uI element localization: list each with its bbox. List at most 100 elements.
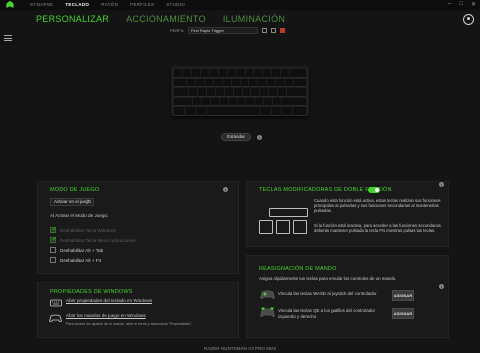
key[interactable] (174, 88, 188, 97)
key[interactable] (273, 97, 282, 106)
key[interactable] (258, 78, 267, 87)
key[interactable] (236, 69, 245, 78)
gamepad-icon (260, 290, 275, 299)
key[interactable] (200, 69, 209, 78)
key[interactable] (290, 69, 307, 78)
key[interactable] (263, 69, 272, 78)
key[interactable] (264, 97, 273, 106)
info-icon[interactable]: i (439, 284, 444, 289)
assign-qe-button[interactable]: ASIGNAR (392, 308, 414, 319)
checkbox[interactable] (50, 226, 57, 233)
key[interactable] (206, 107, 260, 116)
option-label: Deshabilitar Alt + Tab (60, 247, 104, 253)
key[interactable] (206, 88, 215, 97)
key[interactable] (222, 78, 231, 87)
maximize-button[interactable]: □ (459, 1, 463, 8)
key[interactable] (227, 69, 236, 78)
key[interactable] (278, 88, 287, 97)
key[interactable] (240, 78, 249, 87)
razer-logo-icon[interactable] (5, 1, 15, 9)
layout-mode-button[interactable]: Estándar (221, 133, 251, 141)
key[interactable] (218, 69, 227, 78)
key[interactable] (201, 97, 210, 106)
key[interactable] (293, 107, 307, 116)
tab-customize[interactable]: PERSONALIZAR (36, 14, 109, 24)
key[interactable] (204, 78, 213, 87)
close-button[interactable]: ✕ (471, 1, 476, 8)
key[interactable] (282, 107, 293, 116)
key[interactable] (184, 107, 195, 116)
key[interactable] (271, 107, 282, 116)
minimize-button[interactable]: – (448, 1, 451, 8)
key[interactable] (219, 97, 228, 106)
profile-delete-icon[interactable] (280, 27, 286, 33)
top-nav-keyboard[interactable]: TECLADO (65, 2, 89, 7)
key[interactable] (287, 88, 307, 97)
key[interactable] (255, 97, 264, 106)
key[interactable] (242, 88, 251, 97)
key[interactable] (254, 69, 263, 78)
key[interactable] (294, 78, 307, 87)
key[interactable] (260, 88, 269, 97)
key[interactable] (174, 78, 186, 87)
game-mode-dropdown[interactable]: Activar en el juego (50, 197, 94, 206)
key[interactable] (215, 88, 224, 97)
checkbox[interactable] (50, 236, 57, 243)
key[interactable] (267, 78, 276, 87)
profile-dropdown[interactable]: First Rapid Trigger (188, 26, 259, 34)
option-disable-alt-tab[interactable]: Deshabilitar Alt + Tab (50, 247, 103, 253)
top-nav-studio[interactable]: STUDIO (166, 2, 185, 7)
key[interactable] (209, 69, 218, 78)
profile-options-icon[interactable] (262, 27, 268, 33)
info-icon[interactable]: i (439, 182, 444, 187)
key[interactable] (281, 69, 290, 78)
profile-copy-icon[interactable] (271, 27, 277, 33)
key[interactable] (197, 88, 206, 97)
top-nav-synapse[interactable]: SYNAPSE (30, 2, 53, 7)
key[interactable] (282, 97, 307, 106)
key[interactable] (174, 107, 184, 116)
key[interactable] (188, 88, 197, 97)
key[interactable] (276, 78, 285, 87)
top-nav-profiles[interactable]: PERFILES (130, 2, 154, 7)
open-game-controllers-link[interactable]: Abrir los mandos de juego en Windows (66, 313, 146, 319)
dual-function-toggle[interactable] (368, 187, 380, 193)
key[interactable] (213, 78, 222, 87)
key[interactable] (246, 97, 255, 106)
key[interactable] (228, 97, 237, 106)
option-disable-windows-key[interactable]: Deshabilitar Tecla Windows (50, 226, 116, 233)
option-disable-alt-f4[interactable]: Deshabilitar Alt + F4 (50, 257, 101, 263)
key[interactable] (237, 97, 246, 106)
key[interactable] (245, 69, 254, 78)
key[interactable] (210, 97, 219, 106)
open-keyboard-properties-link[interactable]: Abrir propiedades del teclado en Windows (66, 298, 152, 304)
key[interactable] (191, 69, 200, 78)
key[interactable] (192, 97, 201, 106)
user-avatar-icon[interactable] (463, 14, 474, 25)
key[interactable] (260, 107, 271, 116)
tab-actuation[interactable]: ACCIONAMIENTO (126, 14, 206, 24)
info-icon[interactable]: i (257, 135, 262, 140)
key[interactable] (231, 78, 240, 87)
key[interactable] (182, 69, 191, 78)
key[interactable] (233, 88, 242, 97)
key[interactable] (195, 78, 204, 87)
key[interactable] (224, 88, 233, 97)
key[interactable] (195, 107, 206, 116)
tab-lighting[interactable]: ILUMINACIÓN (223, 14, 285, 24)
top-nav-mouse[interactable]: RATÓN (101, 2, 118, 7)
key[interactable] (272, 69, 281, 78)
key[interactable] (251, 88, 260, 97)
key[interactable] (249, 78, 258, 87)
key[interactable] (269, 88, 278, 97)
key[interactable] (186, 78, 195, 87)
key[interactable] (174, 97, 192, 106)
key[interactable] (174, 69, 182, 78)
key[interactable] (285, 78, 294, 87)
menu-icon[interactable] (4, 35, 12, 41)
option-disable-app-menu-key[interactable]: Deshabilitar Tecla Menú Aplicaciones (50, 236, 136, 243)
assign-wasd-button[interactable]: ASIGNAR (392, 290, 414, 301)
checkbox[interactable] (50, 247, 56, 253)
checkbox[interactable] (50, 257, 56, 263)
info-icon[interactable]: i (223, 187, 228, 192)
